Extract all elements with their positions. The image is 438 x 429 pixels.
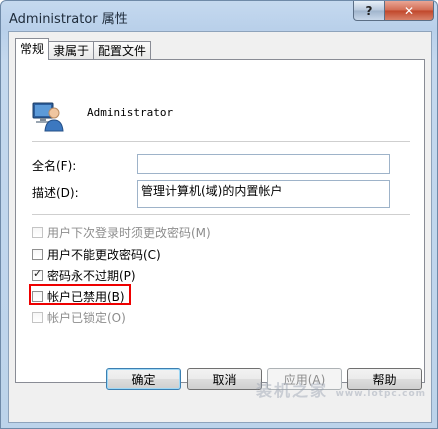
checkbox[interactable] bbox=[32, 311, 43, 323]
dialog-client-area: 常规 隶属于 配置文件 Administrator 全名(F): 描述(D): … bbox=[8, 31, 432, 423]
ok-button[interactable]: 确定 bbox=[106, 368, 181, 390]
red-highlight-box bbox=[29, 284, 131, 305]
fullname-input[interactable] bbox=[137, 154, 390, 174]
tab-general[interactable]: 常规 bbox=[15, 38, 50, 60]
title-bar[interactable]: Administrator 属性 ? ✕ bbox=[1, 1, 437, 31]
checkbox-account-locked[interactable]: 帐户已锁定(O) bbox=[32, 309, 126, 325]
checkbox[interactable] bbox=[32, 226, 43, 238]
cancel-button[interactable]: 取消 bbox=[187, 368, 262, 390]
user-name: Administrator bbox=[87, 106, 174, 119]
tab-strip: 常规 隶属于 配置文件 bbox=[15, 38, 152, 60]
checkbox-label: 帐户已锁定(O) bbox=[47, 310, 126, 325]
checkbox-must-change-password[interactable]: 用户下次登录时须更改密码(M) bbox=[32, 224, 211, 240]
question-icon: ? bbox=[365, 3, 373, 18]
checkbox-label: 密码永不过期(P) bbox=[47, 268, 136, 283]
description-label: 描述(D): bbox=[32, 186, 79, 200]
checkbox[interactable] bbox=[32, 248, 43, 260]
window-title: Administrator 属性 bbox=[9, 12, 128, 27]
close-button[interactable]: ✕ bbox=[384, 1, 434, 21]
help-button[interactable]: 帮助 bbox=[347, 368, 422, 390]
user-account-icon bbox=[32, 102, 64, 132]
tab-member-of[interactable]: 隶属于 bbox=[48, 41, 95, 60]
checkbox-cannot-change-password[interactable]: 用户不能更改密码(C) bbox=[32, 246, 161, 262]
separator bbox=[32, 214, 410, 215]
checkbox-password-never-expires[interactable]: 密码永不过期(P) bbox=[32, 267, 136, 283]
help-caption-button[interactable]: ? bbox=[353, 1, 385, 21]
checkbox[interactable] bbox=[32, 267, 43, 281]
description-input[interactable]: 管理计算机(域)的内置帐户 bbox=[137, 180, 390, 208]
fullname-label: 全名(F): bbox=[32, 159, 77, 173]
checkbox-label: 用户不能更改密码(C) bbox=[47, 247, 161, 262]
checkbox-label: 用户下次登录时须更改密码(M) bbox=[47, 225, 211, 240]
tab-profile[interactable]: 配置文件 bbox=[93, 41, 152, 60]
properties-dialog: Administrator 属性 ? ✕ 常规 隶属于 配置文件 Adminis… bbox=[0, 0, 438, 429]
separator bbox=[32, 141, 410, 142]
apply-button[interactable]: 应用(A) bbox=[267, 368, 342, 390]
general-tab-panel: Administrator 全名(F): 描述(D): 管理计算机(域)的内置帐… bbox=[15, 59, 425, 383]
close-icon: ✕ bbox=[403, 3, 415, 18]
